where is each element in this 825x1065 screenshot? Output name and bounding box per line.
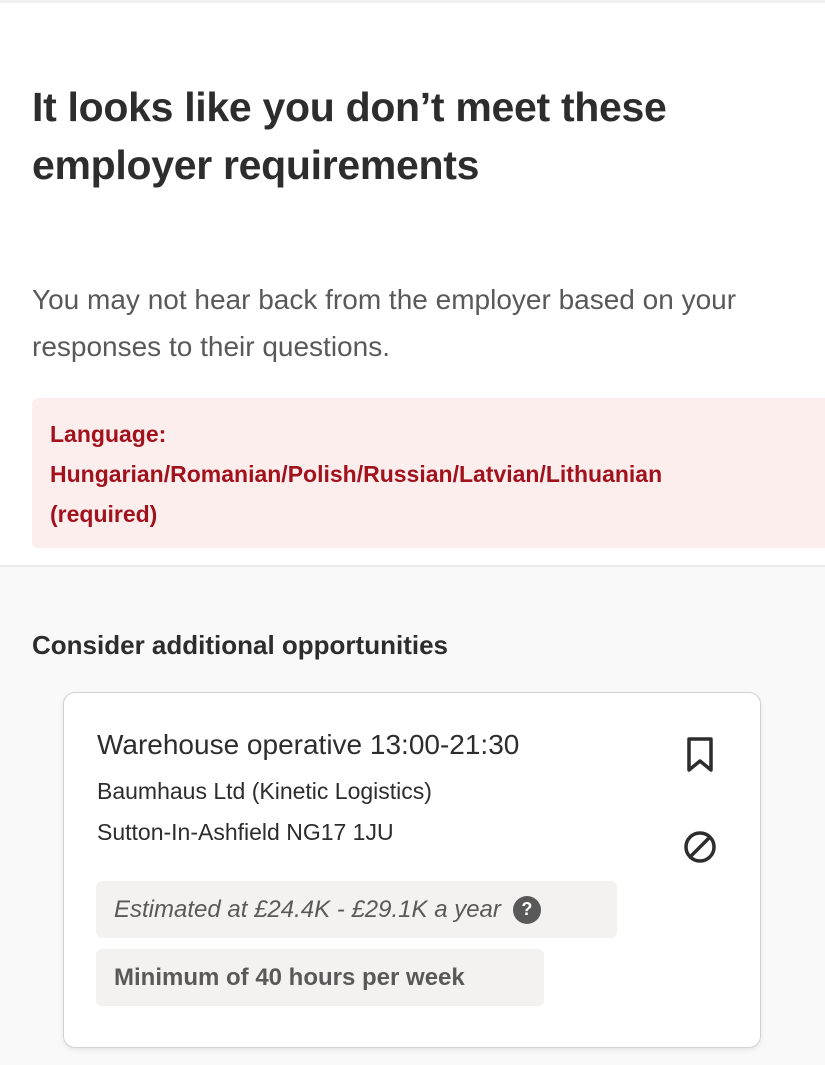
job-location: Sutton-In-Ashfield NG17 1JU: [97, 819, 394, 845]
page: It looks like you don’t meet these emplo…: [0, 0, 825, 1065]
job-card[interactable]: Warehouse operative 13:00-21:30 Baumhaus…: [63, 692, 761, 1048]
requirement-alert-text: Language: Hungarian/Romanian/Polish/Russ…: [50, 421, 663, 527]
bookmark-icon: [687, 737, 713, 772]
section-divider: [0, 565, 825, 567]
help-icon[interactable]: ?: [512, 895, 541, 924]
not-interested-button[interactable]: [682, 827, 718, 867]
salary-estimate: Estimated at £24.4K - £29.1K a year: [114, 895, 501, 923]
page-title: It looks like you don’t meet these emplo…: [32, 84, 667, 188]
requirement-alert: Language: Hungarian/Romanian/Polish/Russ…: [32, 398, 825, 548]
company-name: Baumhaus Ltd (Kinetic Logistics): [97, 778, 432, 804]
not-interested-icon: [684, 831, 716, 863]
page-subtitle: You may not hear back from the employer …: [32, 284, 737, 362]
hours-chip: Minimum of 40 hours per week: [96, 949, 544, 1006]
hours-requirement: Minimum of 40 hours per week: [114, 963, 465, 991]
requirements-section: It looks like you don’t meet these emplo…: [0, 0, 825, 565]
top-divider: [0, 0, 825, 3]
save-job-button[interactable]: [682, 735, 718, 775]
section-title: Consider additional opportunities: [32, 630, 448, 660]
job-title[interactable]: Warehouse operative 13:00-21:30: [97, 729, 519, 761]
salary-chip: Estimated at £24.4K - £29.1K a year ?: [96, 881, 617, 938]
